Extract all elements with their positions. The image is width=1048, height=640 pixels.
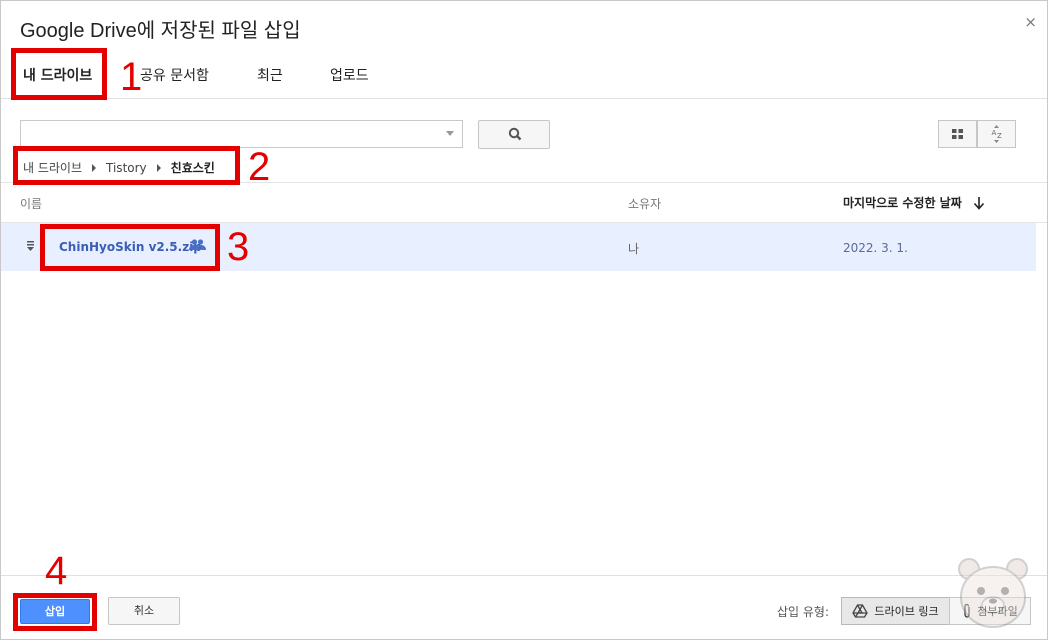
sort-az-icon: A Z [992, 125, 1002, 143]
tab-bar: 내 드라이브 공유 문서함 최근 업로드 [1, 51, 1047, 99]
bear-watermark-icon [958, 558, 1028, 628]
tab-recent[interactable]: 최근 [257, 65, 283, 85]
dialog-footer: 삽입 취소 삽입 유형: 드라이브 링크 첨부파일 [1, 575, 1047, 640]
annotation-box-3 [40, 224, 220, 271]
svg-text:Z: Z [997, 132, 1002, 140]
close-icon[interactable]: × [1024, 13, 1037, 31]
insert-type-label: 삽입 유형: [777, 605, 830, 619]
arrow-down-icon [973, 196, 984, 210]
annotation-number-1: 1 [120, 55, 143, 99]
annotation-number-3: 3 [227, 225, 250, 269]
file-modified-date: 2022. 3. 1. [843, 241, 908, 255]
annotation-number-2: 2 [248, 145, 271, 189]
file-owner: 나 [628, 242, 640, 256]
svg-text:A: A [992, 129, 997, 137]
search-input[interactable] [20, 120, 463, 148]
tab-upload[interactable]: 업로드 [330, 65, 369, 85]
insert-type-drive-link-button[interactable]: 드라이브 링크 [841, 597, 950, 625]
sort-button[interactable]: A Z [977, 120, 1016, 148]
column-owner[interactable]: 소유자 [628, 195, 661, 212]
cancel-button[interactable]: 취소 [108, 597, 180, 625]
tab-shared-with-me[interactable]: 공유 문서함 [140, 65, 209, 85]
grid-view-button[interactable] [938, 120, 977, 148]
annotation-box-4 [13, 593, 97, 631]
search-icon [508, 127, 522, 141]
table-header: 이름 소유자 마지막으로 수정한 날짜 [1, 182, 1047, 223]
insert-file-dialog: Google Drive에 저장된 파일 삽입 × 내 드라이브 공유 문서함 … [0, 0, 1048, 640]
column-name[interactable]: 이름 [20, 195, 42, 212]
dialog-title: Google Drive에 저장된 파일 삽입 [20, 20, 301, 42]
search-dropdown-icon[interactable] [446, 131, 454, 136]
grid-view-icon [952, 129, 963, 139]
drive-icon [852, 604, 869, 618]
annotation-number-4: 4 [45, 549, 68, 593]
drive-link-label: 드라이브 링크 [874, 605, 939, 618]
annotation-box-1 [11, 48, 107, 100]
search-button[interactable] [478, 120, 550, 149]
drag-handle-icon[interactable] [27, 241, 34, 251]
annotation-box-2 [13, 146, 240, 185]
column-modified-label: 마지막으로 수정한 날짜 [843, 196, 962, 210]
column-modified[interactable]: 마지막으로 수정한 날짜 [843, 194, 986, 211]
